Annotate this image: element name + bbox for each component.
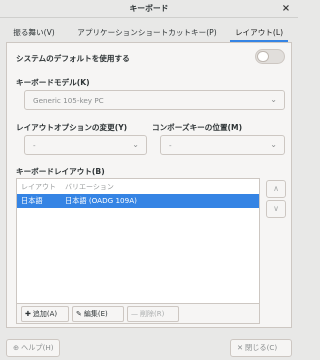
keyboard-model-combo[interactable]: Generic 105-key PC ⌄ — [24, 90, 285, 110]
help-button[interactable]: ⊕ ヘルプ(H) — [6, 339, 60, 357]
add-button-label: 追加(A) — [32, 310, 58, 318]
layout-option-value: - — [33, 141, 36, 150]
layout-option-combo[interactable]: - ⌄ — [24, 135, 147, 155]
compose-key-label: コンポーズキーの位置(M) — [152, 123, 243, 132]
keyboard-layout-list[interactable]: レイアウト バリエーション 日本語 日本語 (OADG 109A) ✚ 追加(A)… — [16, 178, 260, 324]
keyboard-model-label: キーボードモデル(K) — [16, 78, 90, 87]
move-down-button[interactable]: ∨ — [266, 200, 286, 218]
close-icon[interactable]: × — [280, 3, 292, 15]
layout-panel: システムのデフォルトを使用する キーボードモデル(K) Generic 105-… — [6, 42, 292, 328]
compose-key-combo[interactable]: - ⌄ — [160, 135, 285, 155]
tab-behavior[interactable]: 振る舞い(V) — [8, 24, 60, 42]
close-icon: ✕ — [237, 343, 244, 352]
edit-button-label: 編集(E) — [83, 310, 108, 318]
help-button-label: ヘルプ(H) — [21, 343, 54, 352]
keyboard-layout-label: キーボードレイアウト(B) — [16, 167, 105, 176]
switch-knob — [257, 51, 269, 62]
pencil-icon: ✎ — [76, 310, 82, 318]
use-system-default-label: システムのデフォルトを使用する — [16, 54, 130, 63]
list-toolbar: ✚ 追加(A) ✎ 編集(E) — 削除(R) — [17, 303, 259, 323]
chevron-down-icon: ⌄ — [132, 140, 139, 149]
window-titlebar: キーボード × — [0, 0, 298, 18]
edit-button[interactable]: ✎ 編集(E) — [72, 306, 124, 322]
row-variation: 日本語 (OADG 109A) — [65, 196, 137, 205]
compose-key-value: - — [169, 141, 172, 150]
add-button[interactable]: ✚ 追加(A) — [21, 306, 69, 322]
chevron-down-icon: ⌄ — [270, 95, 277, 104]
tab-layout[interactable]: レイアウト(L) — [230, 24, 288, 42]
list-header: レイアウト バリエーション — [17, 179, 259, 193]
chevron-down-icon: ⌄ — [270, 140, 277, 149]
delete-button[interactable]: — 削除(R) — [127, 306, 179, 322]
window-title: キーボード — [129, 4, 169, 13]
chevron-down-icon: ∨ — [273, 204, 279, 213]
keyboard-model-value: Generic 105-key PC — [33, 96, 104, 105]
column-layout[interactable]: レイアウト — [21, 182, 56, 192]
help-icon: ⊕ — [13, 343, 20, 352]
tab-application-shortcuts[interactable]: アプリケーションショートカットキー(P) — [68, 24, 226, 42]
column-variation[interactable]: バリエーション — [65, 182, 114, 192]
close-button[interactable]: ✕ 閉じる(C) — [230, 339, 292, 357]
plus-icon: ✚ — [25, 310, 31, 318]
tab-bar: 振る舞い(V) アプリケーションショートカットキー(P) レイアウト(L) — [6, 24, 292, 42]
layout-option-label: レイアウトオプションの変更(Y) — [16, 123, 128, 132]
chevron-up-icon: ∧ — [273, 184, 279, 193]
move-up-button[interactable]: ∧ — [266, 180, 286, 198]
row-layout: 日本語 — [21, 196, 43, 205]
use-system-default-switch[interactable] — [255, 49, 285, 64]
close-button-label: 閉じる(C) — [245, 343, 278, 352]
list-item[interactable]: 日本語 日本語 (OADG 109A) — [17, 194, 259, 208]
minus-icon: — — [131, 310, 138, 318]
delete-button-label: 削除(R) — [140, 310, 165, 318]
